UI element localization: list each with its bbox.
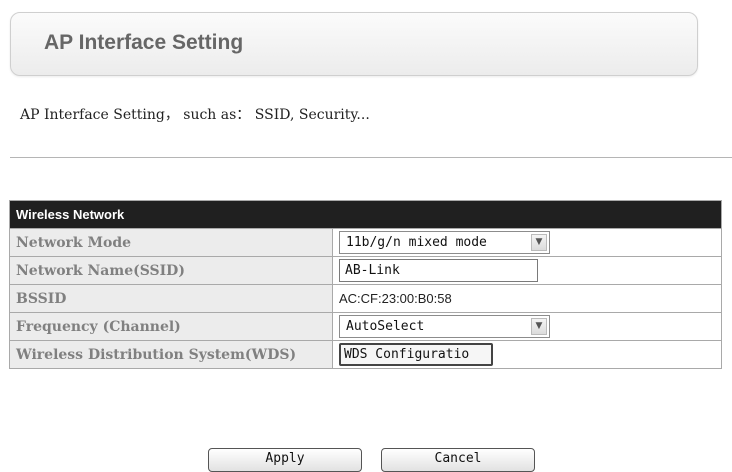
table-row: Frequency (Channel) AutoSelect ▼ xyxy=(9,312,723,341)
network-mode-select[interactable]: 11b/g/n mixed mode ▼ xyxy=(339,231,550,254)
channel-selected: AutoSelect xyxy=(346,319,425,334)
table-row: BSSID AC:CF:23:00:B0:58 xyxy=(9,284,723,313)
ssid-label: Network Name(SSID) xyxy=(9,256,333,285)
network-mode-selected: 11b/g/n mixed mode xyxy=(346,235,487,250)
page-description: AP Interface Setting， such as： SSID, Sec… xyxy=(20,107,370,123)
bssid-value: AC:CF:23:00:B0:58 xyxy=(339,290,452,306)
table-row: Network Mode 11b/g/n mixed mode ▼ xyxy=(9,228,723,257)
apply-button[interactable]: Apply xyxy=(208,448,362,472)
cancel-button[interactable]: Cancel xyxy=(381,448,535,472)
table-row: Wireless Distribution System(WDS) WDS Co… xyxy=(9,340,723,369)
bssid-label: BSSID xyxy=(9,284,333,313)
chevron-down-icon[interactable]: ▼ xyxy=(531,318,547,335)
divider xyxy=(10,157,732,158)
wireless-network-table: Wireless Network Network Mode 11b/g/n mi… xyxy=(8,200,723,369)
wds-configuration-button[interactable]: WDS Configuratio xyxy=(339,343,493,366)
network-mode-label: Network Mode xyxy=(9,228,333,257)
section-title: Wireless Network xyxy=(8,200,723,229)
table-row: Network Name(SSID) AB-Link xyxy=(9,256,723,285)
ssid-input[interactable]: AB-Link xyxy=(339,259,538,282)
chevron-down-icon[interactable]: ▼ xyxy=(531,234,547,251)
page-title: AP Interface Setting xyxy=(44,31,244,54)
channel-label: Frequency (Channel) xyxy=(9,312,333,341)
wds-label: Wireless Distribution System(WDS) xyxy=(9,340,333,369)
table-header-row: Wireless Network xyxy=(8,200,723,229)
channel-select[interactable]: AutoSelect ▼ xyxy=(339,315,550,338)
page-title-panel: AP Interface Setting xyxy=(10,12,698,76)
